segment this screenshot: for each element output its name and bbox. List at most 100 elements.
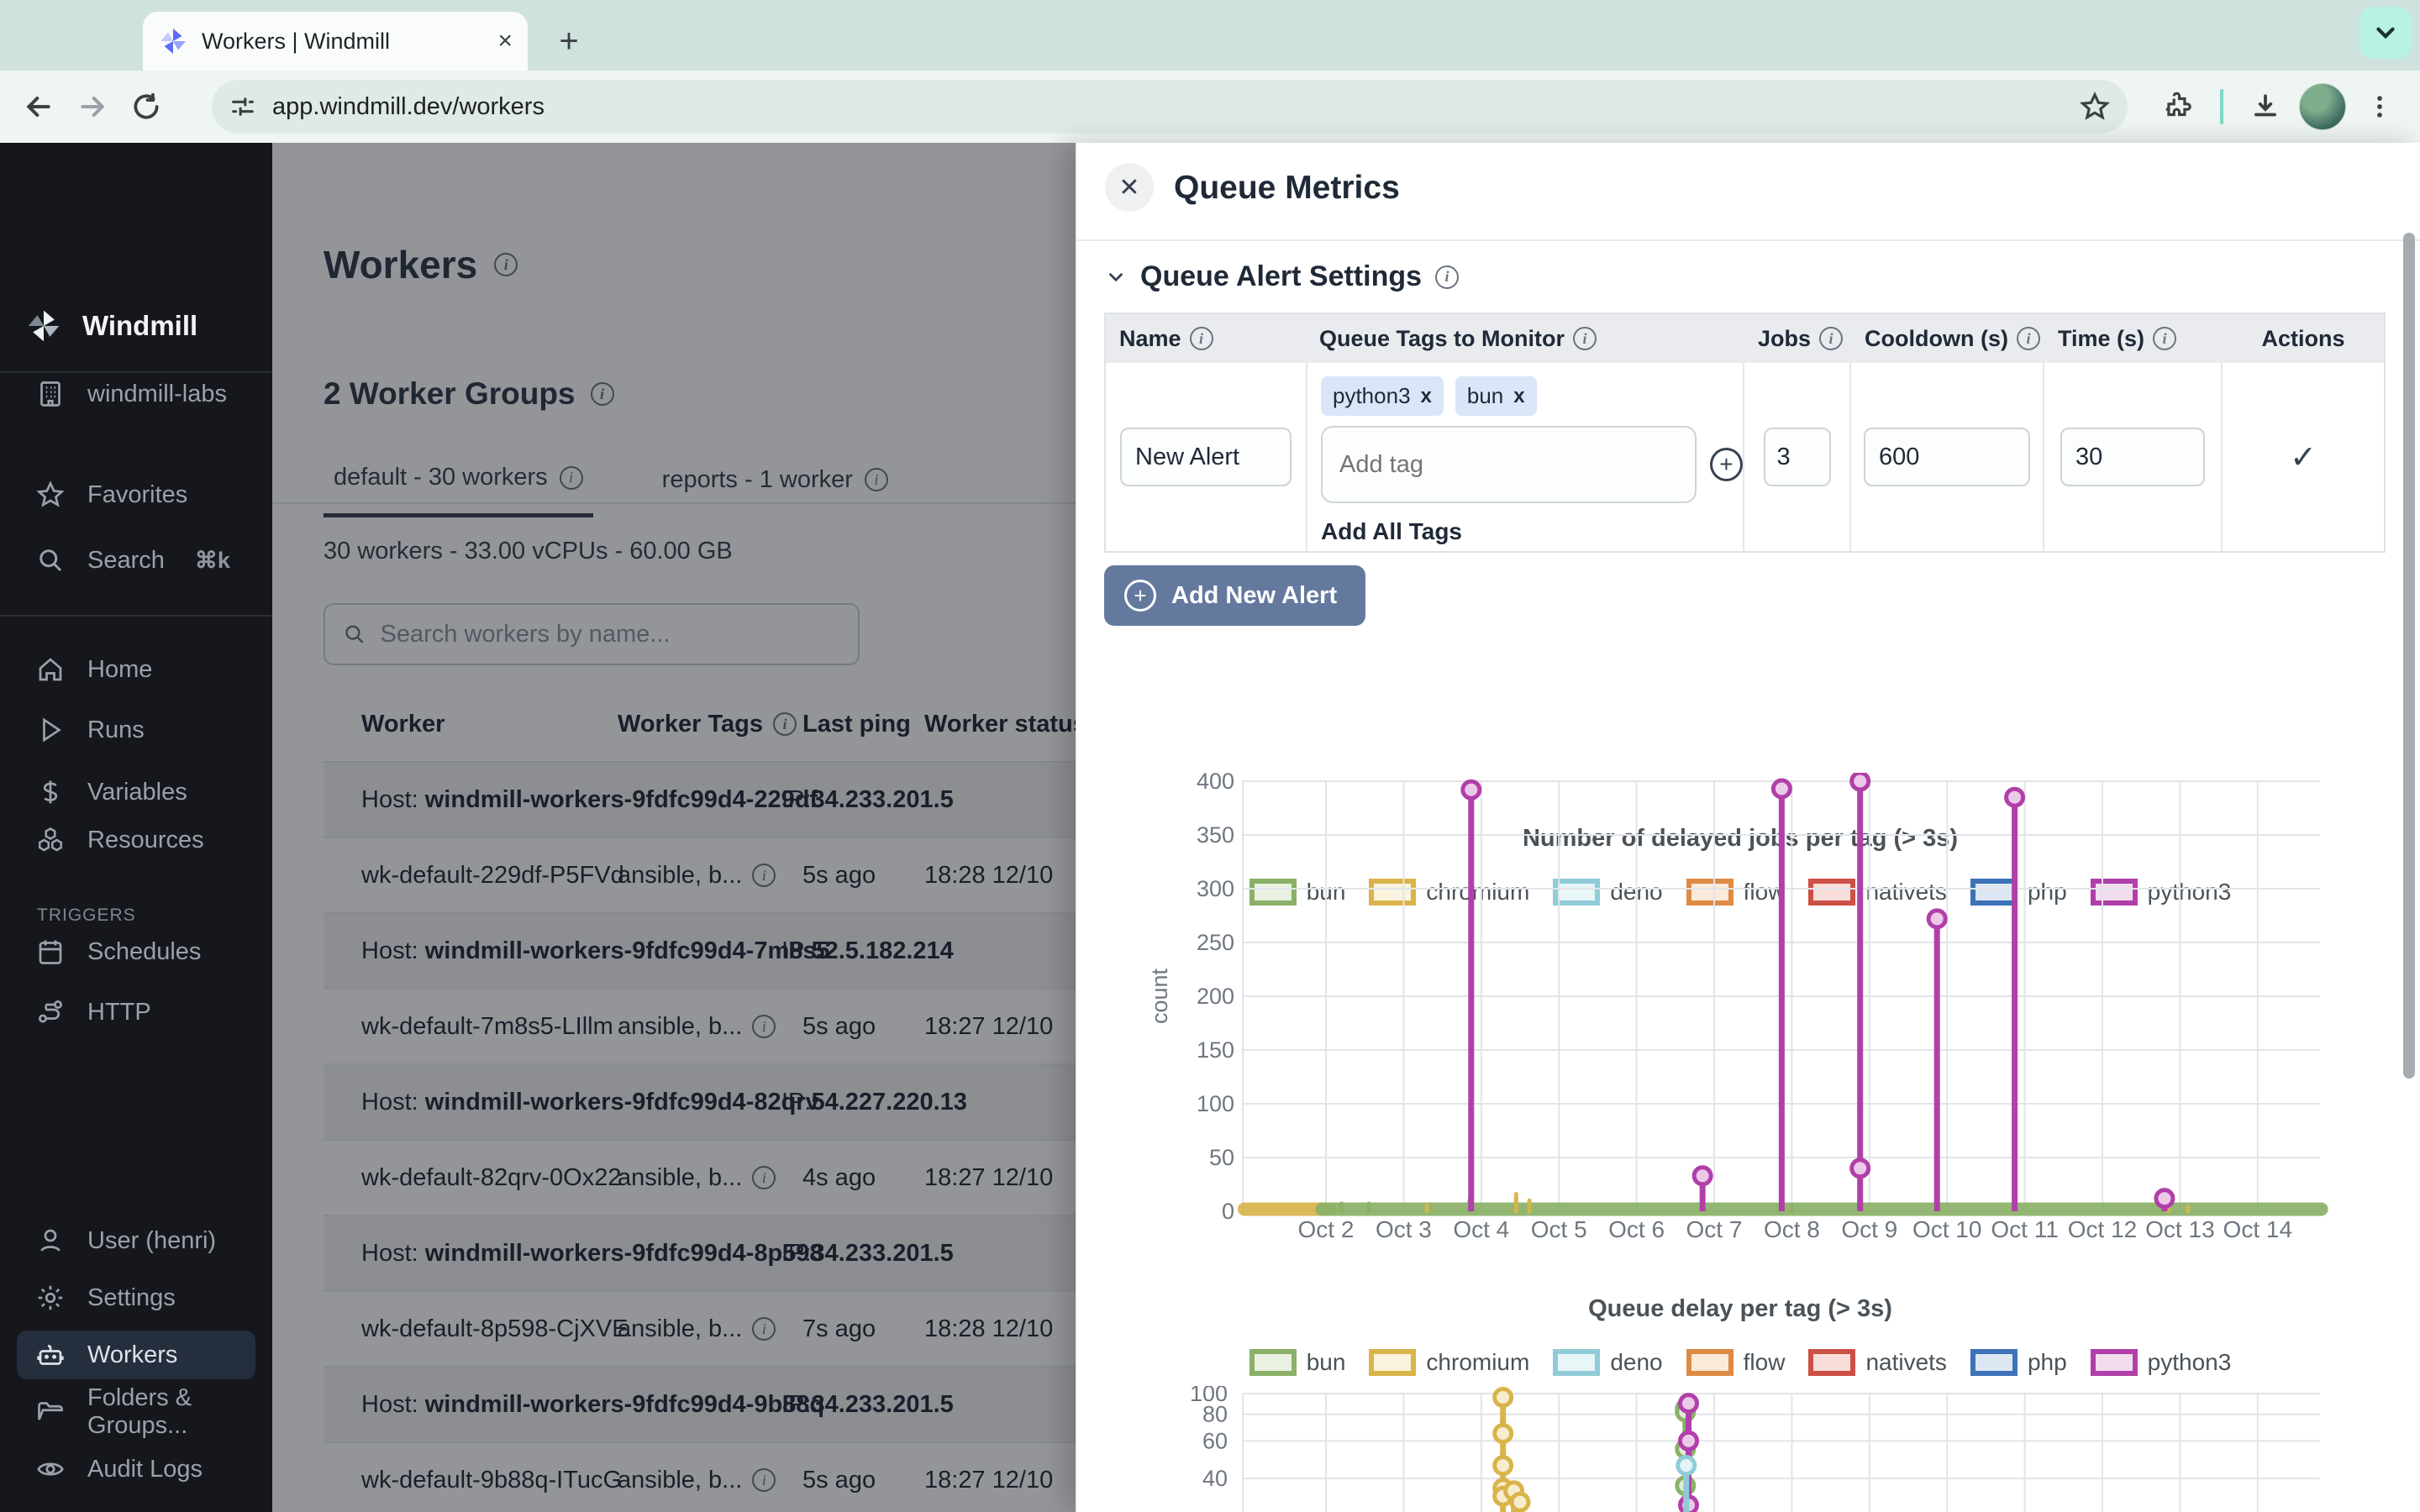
alert-name-input[interactable]	[1120, 428, 1292, 486]
sidebar-item-workspace[interactable]: windmill-labs	[17, 370, 255, 418]
sidebar-item-runs[interactable]: Runs	[17, 706, 255, 754]
sidebar-item-schedules[interactable]: Schedules	[17, 927, 255, 976]
extensions-icon[interactable]	[2151, 80, 2205, 134]
drawer-scrollbar[interactable]	[2403, 233, 2415, 1079]
sidebar-item-folders-groups[interactable]: Folders & Groups...	[17, 1388, 255, 1436]
sidebar-item-search[interactable]: Search ⌘k	[17, 536, 255, 585]
add-new-alert-label: Add New Alert	[1171, 582, 1337, 610]
time-input[interactable]	[2060, 428, 2205, 486]
sidebar-item-audit-logs[interactable]: Audit Logs	[17, 1445, 255, 1494]
svg-text:50: 50	[1209, 1145, 1234, 1170]
legend-label: python3	[2148, 1349, 2232, 1376]
col-worker: Worker	[324, 711, 618, 738]
legend-item-deno[interactable]: deno	[1553, 1349, 1662, 1376]
info-icon[interactable]	[752, 864, 776, 887]
legend-item-flow[interactable]: flow	[1686, 1349, 1786, 1376]
tab-close-icon[interactable]: ×	[497, 27, 513, 55]
info-icon[interactable]	[752, 1317, 776, 1341]
info-icon[interactable]	[1190, 327, 1213, 350]
reload-button[interactable]	[119, 80, 173, 134]
tab-search-button[interactable]	[2360, 7, 2412, 59]
add-tag-input[interactable]	[1321, 426, 1697, 503]
info-icon[interactable]	[752, 1015, 776, 1038]
queue-delay-chart: 100806040	[1118, 1386, 2345, 1512]
info-icon[interactable]	[865, 468, 888, 491]
col-last-ping: Last ping	[802, 711, 924, 738]
sidebar-item-user[interactable]: User (henri)	[17, 1216, 255, 1265]
legend-item-php[interactable]: php	[1970, 1349, 2067, 1376]
info-icon[interactable]	[752, 1166, 776, 1189]
info-icon[interactable]	[2017, 327, 2040, 350]
route-icon	[35, 997, 66, 1027]
svg-text:300: 300	[1197, 876, 1234, 901]
add-all-tags-link[interactable]: Add All Tags	[1321, 518, 1743, 545]
bookmark-star-icon[interactable]	[2079, 91, 2111, 123]
sidebar-item-settings[interactable]: Settings	[17, 1273, 255, 1322]
new-tab-button[interactable]: +	[546, 18, 592, 64]
legend-item-python3[interactable]: python3	[2091, 1349, 2232, 1376]
forward-button[interactable]	[66, 80, 119, 134]
tab-title: Workers | Windmill	[202, 29, 484, 55]
downloads-icon[interactable]	[2238, 80, 2292, 134]
col-name: Name	[1119, 326, 1181, 352]
resources-label: Resources	[87, 827, 204, 854]
legend-item-nativets[interactable]: nativets	[1808, 1349, 1947, 1376]
sidebar-item-http[interactable]: HTTP	[17, 988, 255, 1037]
info-icon[interactable]	[2153, 327, 2176, 350]
folders-groups-label: Folders & Groups...	[87, 1384, 255, 1440]
robot-icon	[35, 1340, 66, 1370]
user-icon	[35, 1226, 66, 1256]
svg-text:Oct 14: Oct 14	[2223, 1216, 2292, 1242]
site-settings-icon[interactable]	[229, 92, 257, 121]
add-tag-button[interactable]: +	[1710, 448, 1743, 481]
sidebar-item-favorites[interactable]: Favorites	[17, 470, 255, 519]
worker-tags: ansible, b...	[618, 1013, 802, 1041]
chart-legend: bun chromium deno flow nativets php python3	[1110, 1349, 2370, 1376]
host-ip: IP:34.233.201.5	[781, 1240, 954, 1268]
sidebar-item-variables[interactable]: Variables	[17, 768, 255, 816]
info-icon[interactable]	[494, 253, 518, 276]
info-icon[interactable]	[1819, 327, 1843, 350]
svg-text:count: count	[1147, 968, 1172, 1024]
host-ip: IP:52.5.182.214	[781, 937, 954, 965]
sidebar-item-workers[interactable]: Workers	[17, 1331, 255, 1379]
cooldown-input[interactable]	[1864, 428, 2030, 486]
info-icon[interactable]	[560, 466, 583, 490]
info-icon[interactable]	[1435, 265, 1459, 289]
eye-icon	[35, 1454, 66, 1484]
browser-tab[interactable]: Workers | Windmill ×	[143, 12, 528, 71]
info-icon[interactable]	[752, 1468, 776, 1492]
legend-swatch	[1553, 1349, 1600, 1376]
jobs-input[interactable]	[1764, 428, 1831, 486]
col-worker-status: Worker status	[924, 711, 1086, 738]
alert-settings-table: Name Queue Tags to Monitor Jobs Cooldown…	[1104, 312, 2386, 553]
info-icon[interactable]	[1573, 327, 1597, 350]
chevron-down-icon	[1105, 266, 1127, 288]
sidebar-item-home[interactable]: Home	[17, 645, 255, 694]
search-input[interactable]	[381, 621, 841, 648]
sidebar-item-resources[interactable]: Resources	[17, 816, 255, 864]
close-drawer-button[interactable]: ✕	[1105, 163, 1154, 212]
legend-item-bun[interactable]: bun	[1249, 1349, 1346, 1376]
back-button[interactable]	[12, 80, 66, 134]
legend-label: flow	[1744, 1349, 1786, 1376]
queue-alert-settings-header[interactable]: Queue Alert Settings	[1105, 260, 1459, 293]
remove-tag-icon[interactable]: x	[1421, 385, 1432, 408]
confirm-alert-button[interactable]: ✓	[2290, 438, 2317, 476]
brand[interactable]: Windmill	[25, 307, 197, 344]
url-text[interactable]: app.windmill.dev/workers	[272, 93, 2064, 121]
remove-tag-icon[interactable]: x	[1513, 385, 1524, 408]
tab-default-group[interactable]: default - 30 workers	[324, 464, 593, 517]
info-icon[interactable]	[773, 712, 797, 736]
tab-reports-group[interactable]: reports - 1 worker	[652, 464, 898, 517]
worker-search[interactable]	[324, 603, 860, 665]
profile-avatar[interactable]	[2299, 83, 2346, 130]
svg-text:Oct 11: Oct 11	[1991, 1216, 2058, 1242]
svg-text:400: 400	[1197, 773, 1234, 794]
url-bar[interactable]: app.windmill.dev/workers	[212, 80, 2128, 134]
legend-label: chromium	[1426, 1349, 1529, 1376]
add-new-alert-button[interactable]: + Add New Alert	[1104, 565, 1365, 626]
browser-menu-icon[interactable]	[2353, 80, 2407, 134]
legend-item-chromium[interactable]: chromium	[1369, 1349, 1529, 1376]
info-icon[interactable]	[591, 382, 614, 406]
